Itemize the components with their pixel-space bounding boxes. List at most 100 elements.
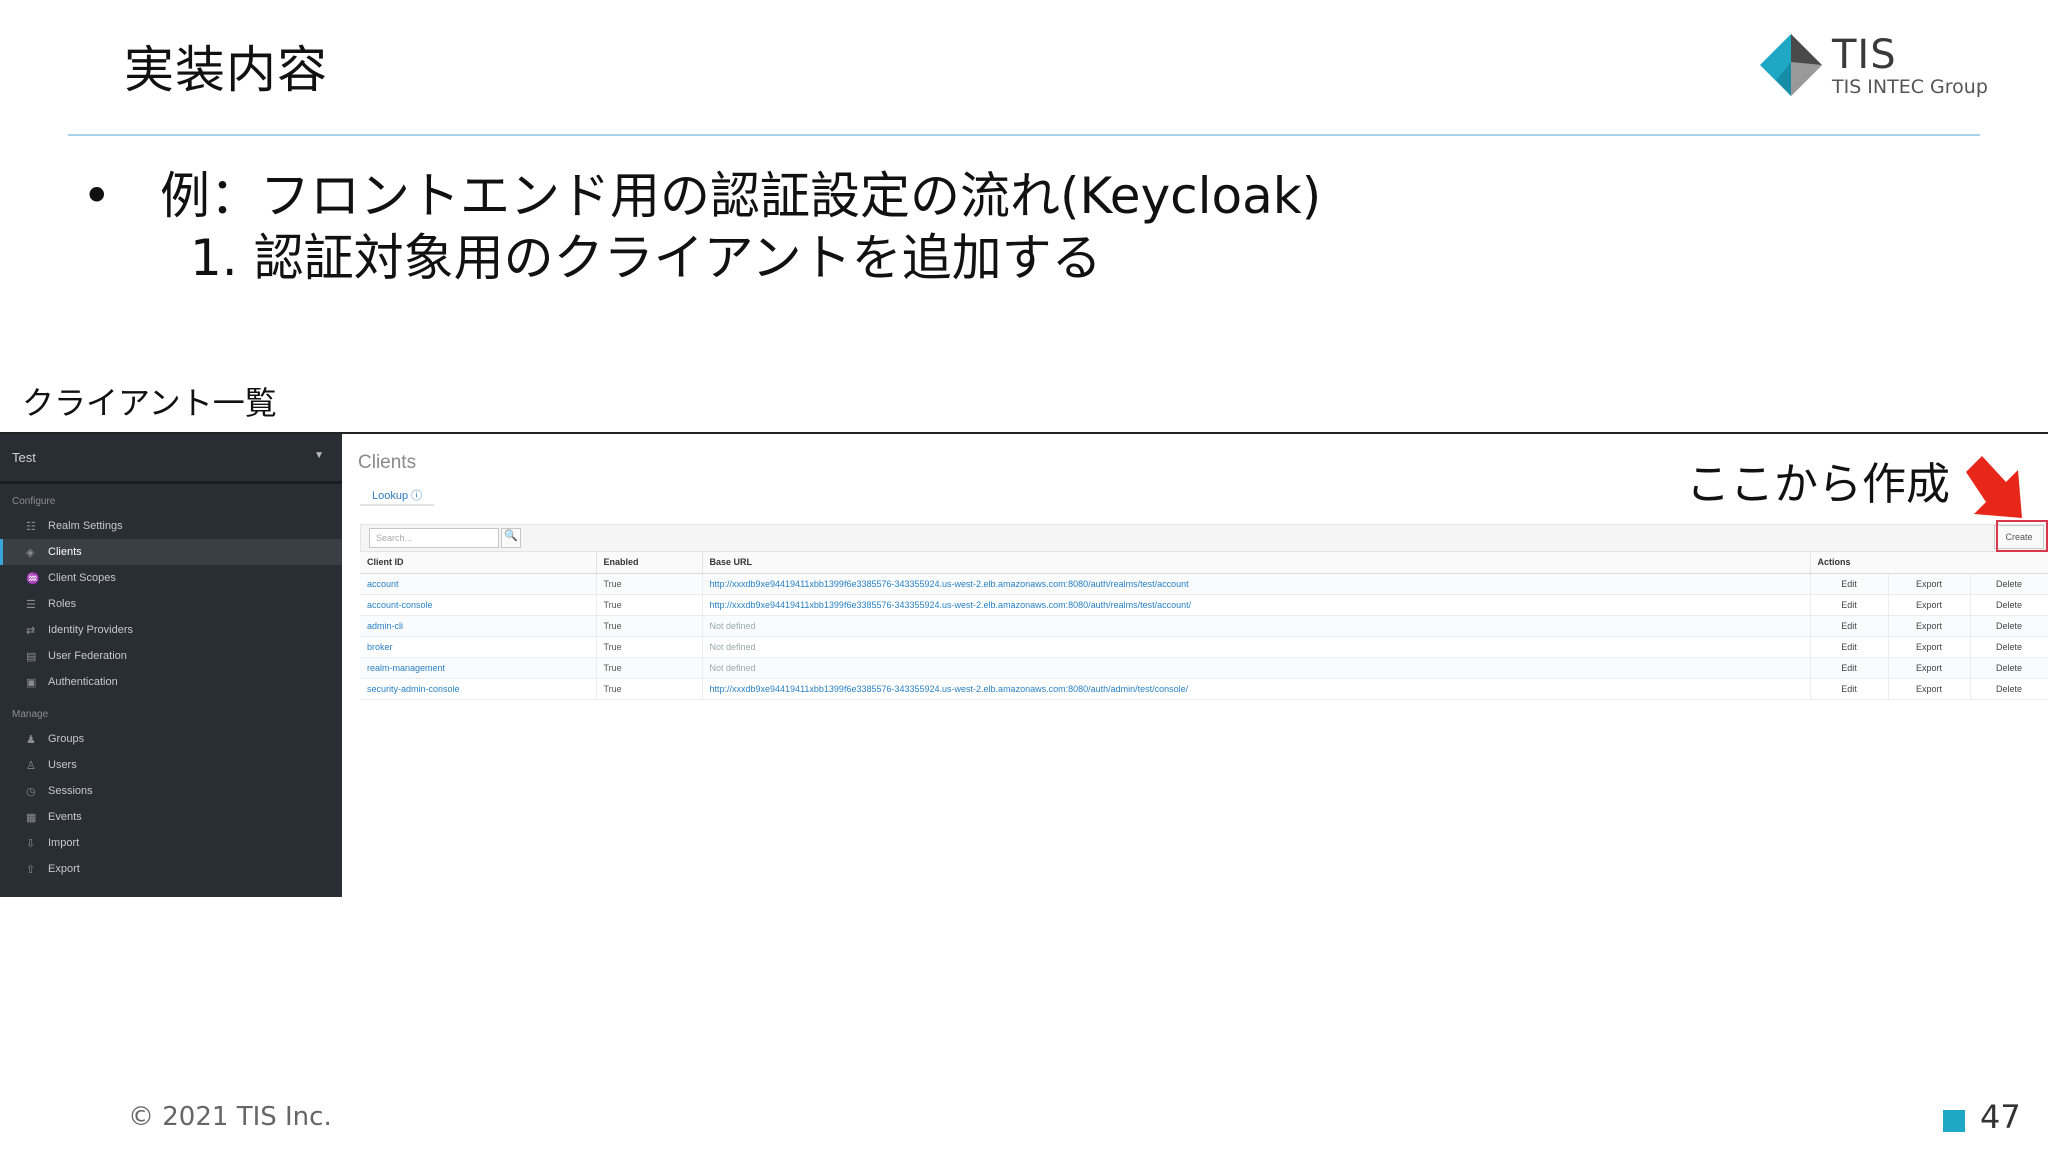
col-base-url[interactable]: Base URL bbox=[702, 552, 1811, 574]
sidebar-item-label: Authentication bbox=[48, 676, 118, 688]
search-input[interactable]: Search... bbox=[369, 528, 499, 548]
client-id-link[interactable]: account-console bbox=[360, 594, 597, 616]
exchange-icon: ⇄ bbox=[26, 624, 36, 637]
sidebar-item-export[interactable]: ⇧ Export bbox=[0, 856, 342, 882]
sidebar-item-import[interactable]: ⇩ Import bbox=[0, 830, 342, 856]
base-url-cell: Not defined bbox=[702, 636, 1811, 658]
delete-button[interactable]: Delete bbox=[1970, 594, 2048, 616]
logo-group-name: TIS INTEC Group bbox=[1832, 76, 1988, 98]
bullet-marker: • bbox=[82, 167, 112, 225]
delete-button[interactable]: Delete bbox=[1970, 615, 2048, 637]
enabled-cell: True bbox=[596, 594, 703, 616]
import-icon: ⇩ bbox=[26, 837, 36, 850]
export-icon: ⇧ bbox=[26, 863, 36, 876]
sidebar-item-users[interactable]: ♙ Users bbox=[0, 752, 342, 778]
delete-button[interactable]: Delete bbox=[1970, 573, 2048, 595]
table-row: security-admin-console True http://xxxdb9x… bbox=[360, 678, 2048, 700]
sidebar-item-label: Realm Settings bbox=[48, 520, 123, 532]
sidebar-item-user-federation[interactable]: ▤ User Federation bbox=[0, 643, 342, 669]
sidebar-group-configure: Configure bbox=[12, 496, 56, 507]
sidebar-item-sessions[interactable]: ◷ Sessions bbox=[0, 778, 342, 804]
keycloak-sidebar: Test ▼ Configure ☷ Realm Settings ◈ Clients… bbox=[0, 434, 342, 897]
user-icon: ♙ bbox=[26, 759, 36, 772]
edit-button[interactable]: Edit bbox=[1810, 657, 1889, 679]
sidebar-item-label: Events bbox=[48, 811, 82, 823]
export-button[interactable]: Export bbox=[1888, 636, 1971, 658]
base-url-cell[interactable]: http://xxxdb9xe94419411xbb1399f6e3385576… bbox=[702, 573, 1811, 595]
sidebar-item-roles[interactable]: ☰ Roles bbox=[0, 591, 342, 617]
delete-button[interactable]: Delete bbox=[1970, 678, 2048, 700]
slide-title: 実装内容 bbox=[124, 41, 328, 99]
export-button[interactable]: Export bbox=[1888, 678, 1971, 700]
edit-button[interactable]: Edit bbox=[1810, 573, 1889, 595]
sidebar-item-groups[interactable]: ♟ Groups bbox=[0, 726, 342, 752]
enabled-cell: True bbox=[596, 657, 703, 679]
delete-button[interactable]: Delete bbox=[1970, 636, 2048, 658]
base-url-cell[interactable]: http://xxxdb9xe94419411xbb1399f6e3385576… bbox=[702, 594, 1811, 616]
sidebar-item-clients[interactable]: ◈ Clients bbox=[0, 539, 342, 565]
calendar-icon: ▦ bbox=[26, 811, 37, 824]
sidebar-item-client-scopes[interactable]: ♒ Client Scopes bbox=[0, 565, 342, 591]
table-header-row: Client ID Enabled Base URL Actions bbox=[360, 552, 2048, 574]
table-row: realm-management True Not defined Edit Expor… bbox=[360, 657, 2048, 679]
col-client-id[interactable]: Client ID bbox=[360, 552, 597, 574]
delete-button[interactable]: Delete bbox=[1970, 657, 2048, 679]
table-row: account True http://xxxdb9xe94419411xbb139… bbox=[360, 573, 2048, 595]
base-url-cell: Not defined bbox=[702, 657, 1811, 679]
export-button[interactable]: Export bbox=[1888, 615, 1971, 637]
step-text: 1. 認証対象用のクライアントを追加する bbox=[190, 229, 1102, 287]
table-row: broker True Not defined Edit Export Delete bbox=[360, 636, 2048, 658]
sidebar-item-authentication[interactable]: ▣ Authentication bbox=[0, 669, 342, 695]
client-id-link[interactable]: admin-cli bbox=[360, 615, 597, 637]
tis-logo: TIS TIS INTEC Group bbox=[1756, 32, 1988, 102]
enabled-cell: True bbox=[596, 615, 703, 637]
sidebar-item-label: Groups bbox=[48, 733, 85, 745]
sidebar-item-label: Roles bbox=[48, 598, 77, 610]
lock-icon: ▣ bbox=[26, 676, 37, 689]
export-button[interactable]: Export bbox=[1888, 657, 1971, 679]
sidebar-item-label: User Federation bbox=[48, 650, 127, 662]
client-id-link[interactable]: security-admin-console bbox=[360, 678, 597, 700]
clients-table: Client ID Enabled Base URL Actions accou… bbox=[360, 552, 2048, 700]
tab-lookup[interactable]: Lookup ⓘ bbox=[360, 482, 435, 506]
sidebar-item-label: Users bbox=[48, 759, 77, 771]
enabled-cell: True bbox=[596, 636, 703, 658]
sliders-icon: ☷ bbox=[26, 520, 36, 533]
client-id-link[interactable]: account bbox=[360, 573, 597, 595]
enabled-cell: True bbox=[596, 573, 703, 595]
sidebar-item-label: Identity Providers bbox=[48, 624, 133, 636]
export-button[interactable]: Export bbox=[1888, 573, 1971, 595]
base-url-cell[interactable]: http://xxxdb9xe94419411xbb1399f6e3385576… bbox=[702, 678, 1811, 700]
clock-icon: ◷ bbox=[26, 785, 36, 798]
search-icon[interactable]: 🔍 bbox=[501, 528, 521, 548]
database-icon: ▤ bbox=[26, 650, 37, 663]
bullet-text: 例：フロントエンド用の認証設定の流れ(Keycloak) bbox=[160, 167, 1322, 225]
sidebar-group-manage: Manage bbox=[12, 709, 49, 720]
tis-diamond-logo-icon bbox=[1760, 34, 1822, 96]
sidebar-item-label: Clients bbox=[48, 546, 82, 558]
roles-icon: ☰ bbox=[26, 598, 36, 611]
logo-name: TIS bbox=[1832, 32, 1897, 78]
edit-button[interactable]: Edit bbox=[1810, 678, 1889, 700]
edit-button[interactable]: Edit bbox=[1810, 615, 1889, 637]
export-button[interactable]: Export bbox=[1888, 594, 1971, 616]
edit-button[interactable]: Edit bbox=[1810, 636, 1889, 658]
enabled-cell: True bbox=[596, 678, 703, 700]
sidebar-item-realm-settings[interactable]: ☷ Realm Settings bbox=[0, 513, 342, 539]
client-id-link[interactable]: realm-management bbox=[360, 657, 597, 679]
col-enabled[interactable]: Enabled bbox=[596, 552, 703, 574]
sidebar-item-label: Import bbox=[48, 837, 80, 849]
base-url-cell: Not defined bbox=[702, 615, 1811, 637]
edit-button[interactable]: Edit bbox=[1810, 594, 1889, 616]
sidebar-item-identity-providers[interactable]: ⇄ Identity Providers bbox=[0, 617, 342, 643]
col-actions: Actions bbox=[1810, 552, 2048, 574]
clients-toolbar: Search... 🔍 bbox=[360, 524, 2048, 552]
page-number: 47 bbox=[1980, 1098, 2021, 1136]
page-marker-square bbox=[1943, 1110, 1965, 1132]
cube-icon: ◈ bbox=[26, 546, 35, 559]
client-id-link[interactable]: broker bbox=[360, 636, 597, 658]
realm-name: Test bbox=[12, 450, 36, 465]
sidebar-item-events[interactable]: ▦ Events bbox=[0, 804, 342, 830]
title-divider bbox=[68, 134, 1980, 136]
realm-selector[interactable]: Test ▼ bbox=[0, 434, 342, 484]
